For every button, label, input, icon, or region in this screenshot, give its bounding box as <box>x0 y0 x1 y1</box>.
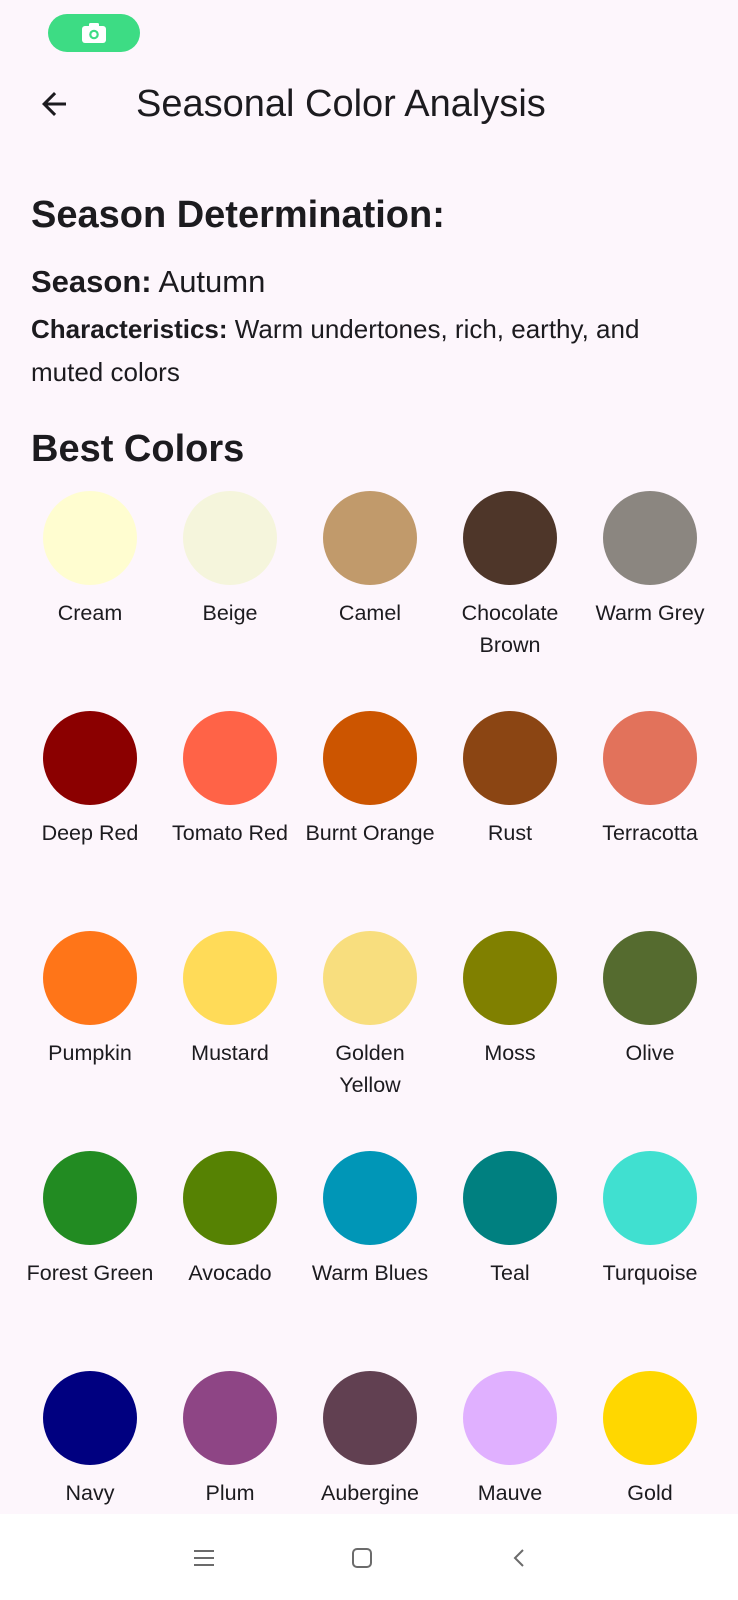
color-swatch <box>463 491 557 585</box>
characteristics-line: Characteristics: Warm undertones, rich, … <box>31 308 711 394</box>
color-item[interactable]: Tomato Red <box>160 711 300 931</box>
color-swatch <box>183 931 277 1025</box>
best-colors-heading: Best Colors <box>31 428 245 470</box>
color-swatch <box>323 491 417 585</box>
system-nav-bar <box>0 1514 738 1600</box>
color-item[interactable]: Plum <box>160 1371 300 1514</box>
status-bar <box>0 0 738 64</box>
color-swatch <box>463 1151 557 1245</box>
color-name: Burnt Orange <box>305 821 435 845</box>
color-name: Olive <box>625 1041 675 1065</box>
color-swatch <box>603 491 697 585</box>
color-swatch <box>183 711 277 805</box>
color-item[interactable]: Avocado <box>160 1151 300 1371</box>
color-item[interactable]: Olive <box>580 931 720 1151</box>
app-bar: Seasonal Color Analysis <box>0 64 738 144</box>
color-swatch <box>183 1151 277 1245</box>
color-swatch <box>323 1371 417 1465</box>
color-name: Warm Blues <box>311 1261 429 1285</box>
color-name: Warm Grey <box>595 601 705 625</box>
color-item[interactable]: Warm Grey <box>580 491 720 711</box>
color-item[interactable]: Mustard <box>160 931 300 1151</box>
color-item[interactable]: Warm Blues <box>300 1151 440 1371</box>
color-item[interactable]: Terracotta <box>580 711 720 931</box>
color-name: Forest Green <box>26 1261 154 1285</box>
color-swatch <box>463 931 557 1025</box>
color-name: Aubergine <box>320 1481 420 1505</box>
color-swatch <box>603 931 697 1025</box>
best-colors-grid: Cream Beige Camel Chocolate Brown Warm Grey D… <box>20 491 720 1514</box>
color-item[interactable]: Forest Green <box>20 1151 160 1371</box>
color-name: Deep Red <box>41 821 139 845</box>
color-name: Plum <box>205 1481 255 1505</box>
color-swatch <box>603 711 697 805</box>
scroll-content[interactable]: Season Determination: Season: Autumn Cha… <box>0 144 738 1514</box>
home-button[interactable] <box>340 1536 384 1580</box>
color-item[interactable]: Mauve <box>440 1371 580 1514</box>
color-name: Golden Yellow <box>335 1041 405 1097</box>
color-item[interactable]: Deep Red <box>20 711 160 931</box>
color-item[interactable]: Aubergine <box>300 1371 440 1514</box>
color-item[interactable]: Cream <box>20 491 160 711</box>
color-swatch <box>43 1371 137 1465</box>
color-name: Gold <box>627 1481 673 1505</box>
season-value: Autumn <box>158 264 266 299</box>
color-name: Turquoise <box>602 1261 698 1285</box>
color-name: Navy <box>65 1481 115 1505</box>
color-name: Chocolate Brown <box>461 601 559 657</box>
color-item[interactable]: Moss <box>440 931 580 1151</box>
arrow-left-icon <box>42 92 66 116</box>
color-item[interactable]: Navy <box>20 1371 160 1514</box>
color-name: Moss <box>484 1041 536 1065</box>
color-item[interactable]: Pumpkin <box>20 931 160 1151</box>
camera-icon <box>82 23 106 43</box>
color-swatch <box>603 1151 697 1245</box>
color-item[interactable]: Golden Yellow <box>300 931 440 1151</box>
color-name: Pumpkin <box>48 1041 132 1065</box>
page-title: Seasonal Color Analysis <box>136 83 546 125</box>
color-swatch <box>183 491 277 585</box>
color-swatch <box>43 491 137 585</box>
color-swatch <box>43 931 137 1025</box>
color-name: Teal <box>490 1261 530 1285</box>
color-name: Terracotta <box>602 821 698 845</box>
color-item[interactable]: Teal <box>440 1151 580 1371</box>
color-item[interactable]: Rust <box>440 711 580 931</box>
color-item[interactable]: Camel <box>300 491 440 711</box>
color-name: Tomato Red <box>172 821 288 845</box>
screen-record-indicator[interactable] <box>48 14 140 52</box>
color-swatch <box>323 1151 417 1245</box>
season-line: Season: Autumn <box>31 262 265 302</box>
color-item[interactable]: Burnt Orange <box>300 711 440 931</box>
color-item[interactable]: Gold <box>580 1371 720 1514</box>
color-swatch <box>323 931 417 1025</box>
color-name: Rust <box>487 821 533 845</box>
color-item[interactable]: Turquoise <box>580 1151 720 1371</box>
color-name: Cream <box>57 601 123 625</box>
color-name: Camel <box>338 601 402 625</box>
color-swatch <box>43 1151 137 1245</box>
recents-button[interactable] <box>182 1536 226 1580</box>
color-swatch <box>463 1371 557 1465</box>
color-name: Mustard <box>191 1041 269 1065</box>
menu-icon <box>194 1550 214 1566</box>
color-swatch <box>463 711 557 805</box>
season-label: Season: <box>31 264 152 299</box>
color-name: Avocado <box>188 1261 272 1285</box>
characteristics-label: Characteristics: <box>31 314 228 344</box>
color-swatch <box>43 711 137 805</box>
color-swatch <box>323 711 417 805</box>
color-swatch <box>183 1371 277 1465</box>
color-name: Mauve <box>477 1481 543 1505</box>
season-determination-heading: Season Determination: <box>31 194 445 236</box>
back-button[interactable] <box>30 80 78 128</box>
home-icon <box>352 1548 372 1568</box>
color-item[interactable]: Chocolate Brown <box>440 491 580 711</box>
back-chevron-icon <box>513 1549 524 1567</box>
color-name: Beige <box>202 601 258 625</box>
color-swatch <box>603 1371 697 1465</box>
nav-back-button[interactable] <box>498 1536 542 1580</box>
color-item[interactable]: Beige <box>160 491 300 711</box>
